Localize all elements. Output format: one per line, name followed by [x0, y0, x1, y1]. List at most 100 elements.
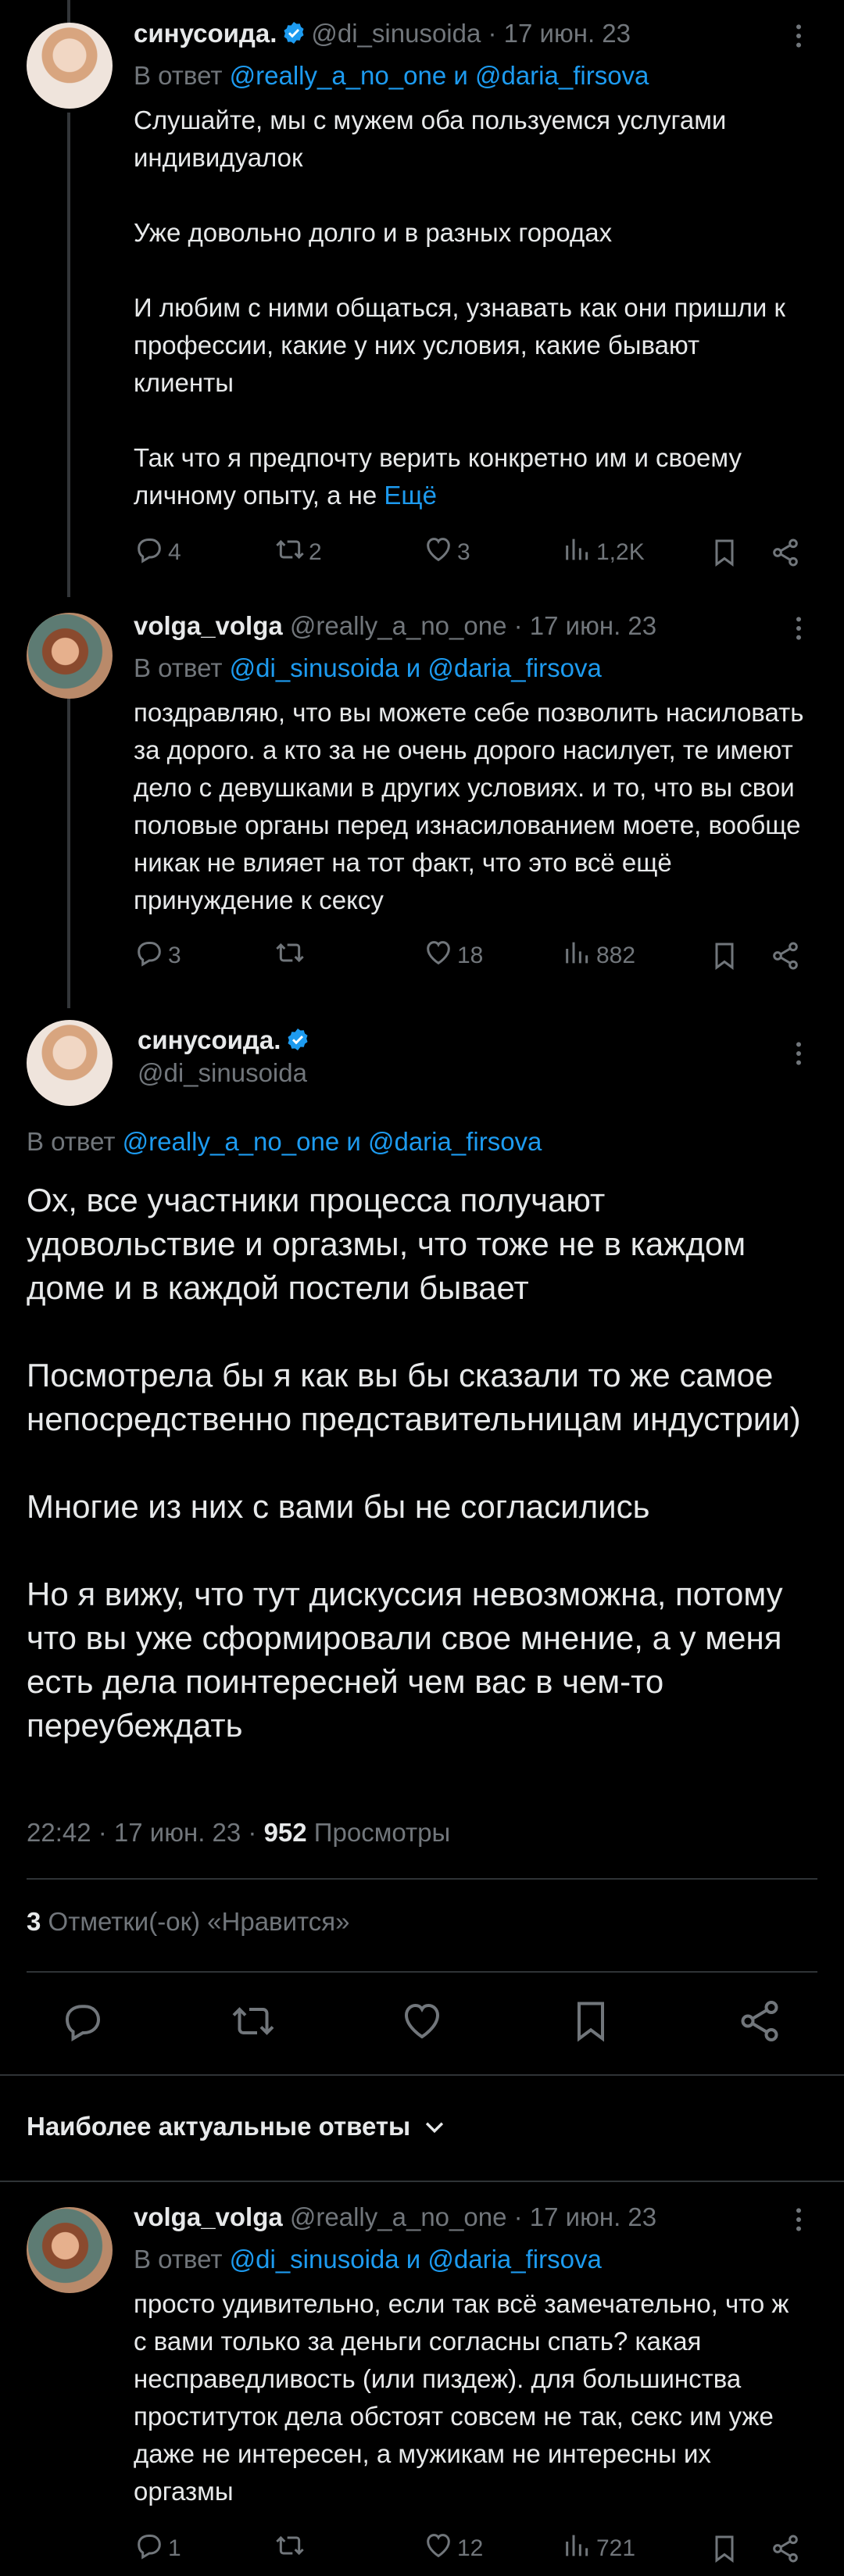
reply-and: и — [406, 653, 421, 682]
mention-link[interactable]: @really_a_no_one — [123, 1127, 340, 1156]
like-button[interactable]: 3 — [423, 533, 470, 572]
more-icon[interactable] — [783, 2204, 814, 2235]
tweet-header: volga_volga @really_a_no_one · 17 июн. 2… — [134, 2202, 656, 2232]
tweet-paragraph: Уже довольно долго и в разных городах — [134, 218, 613, 247]
tweet-text: просто удивительно, если так всё замечат… — [134, 2285, 806, 2510]
reply-count: 4 — [168, 539, 181, 565]
like-icon[interactable] — [399, 1998, 445, 2045]
like-icon — [423, 534, 457, 571]
tweet-paragraph: Посмотрела бы я как вы бы сказали то же … — [27, 1357, 801, 1437]
tweet-paragraph: И любим с ними общаться, узнавать как он… — [134, 293, 785, 397]
retweet-button[interactable]: 2 — [274, 533, 322, 572]
reply-count: 3 — [168, 943, 181, 968]
display-name[interactable]: синусоида. — [138, 1025, 281, 1054]
like-count: 18 — [457, 943, 484, 968]
tweet-paragraph: Так что я предпочту верить конкретно им … — [134, 439, 806, 514]
tweet[interactable]: синусоида. @di_sinusoida · 17 июн. 23 В о… — [0, 0, 844, 594]
more-icon[interactable] — [783, 613, 814, 644]
like-button[interactable]: 12 — [423, 2529, 483, 2568]
display-name[interactable]: volga_volga — [134, 2202, 283, 2231]
mention-link[interactable]: @daria_firsova — [368, 1127, 542, 1156]
handle[interactable]: @di_sinusoida — [311, 19, 481, 48]
likes-summary[interactable]: 3 Отметки(-ок) «Нравится» — [27, 1907, 350, 1937]
views-icon — [562, 2530, 596, 2567]
reply-button[interactable]: 4 — [134, 533, 181, 572]
views-button[interactable]: 882 — [562, 936, 635, 975]
views-icon — [562, 534, 596, 571]
bookmark-icon[interactable] — [709, 936, 743, 975]
author-name-row: синусоида. — [138, 1025, 315, 1058]
handle[interactable]: @really_a_no_one — [290, 611, 507, 640]
timestamp[interactable]: · 17 июн. 23 — [514, 611, 656, 640]
display-name[interactable]: volga_volga — [134, 611, 283, 640]
action-bar: 4 2 3 1,2K — [134, 533, 806, 572]
avatar[interactable] — [27, 1020, 113, 1106]
share-icon[interactable] — [770, 2529, 804, 2568]
mention-link[interactable]: @really_a_no_one — [230, 61, 447, 90]
display-name[interactable]: синусоида. — [134, 19, 277, 48]
share-icon[interactable] — [770, 936, 804, 975]
mention-link[interactable]: @daria_firsova — [427, 2245, 601, 2274]
like-count: 3 — [457, 539, 470, 565]
reply-prefix: В ответ — [134, 61, 223, 90]
mention-link[interactable]: @di_sinusoida — [230, 2245, 399, 2274]
timestamp[interactable]: · 17 июн. 23 — [488, 19, 631, 48]
reply-icon[interactable] — [59, 1998, 106, 2045]
divider — [27, 1971, 817, 1973]
show-more-link[interactable]: Ещё — [384, 481, 437, 510]
views-button[interactable]: 1,2K — [562, 533, 645, 572]
replying-to: В ответ @di_sinusoida и @daria_firsova — [134, 2245, 602, 2274]
likes-count: 3 — [27, 1907, 41, 1936]
reply-prefix: В ответ — [27, 1127, 116, 1156]
tweet-paragraph: Ох, все участники процесса получают удов… — [27, 1182, 746, 1306]
more-icon[interactable] — [783, 1038, 814, 1069]
chevron-down-icon — [421, 2113, 448, 2140]
avatar[interactable] — [27, 2207, 113, 2293]
reply-count: 1 — [168, 2535, 181, 2561]
share-icon[interactable] — [736, 1998, 783, 2045]
retweet-button[interactable] — [274, 936, 309, 975]
more-icon[interactable] — [783, 20, 814, 52]
bookmark-icon[interactable] — [567, 1998, 614, 2045]
timestamp[interactable]: · 17 июн. 23 — [514, 2202, 656, 2231]
action-bar: 3 18 882 — [134, 936, 806, 975]
action-bar: 1 12 721 — [134, 2529, 806, 2568]
tweet-paragraph: Многие из них с вами бы не согласились — [27, 1488, 650, 1525]
avatar[interactable] — [27, 23, 113, 109]
mention-link[interactable]: @daria_firsova — [427, 653, 601, 682]
views-count: 882 — [596, 943, 636, 968]
handle[interactable]: @di_sinusoida — [138, 1058, 307, 1088]
retweet-count: 2 — [309, 539, 322, 565]
timestamp[interactable]: 22:42 · 17 июн. 23 · — [27, 1818, 256, 1847]
reply-icon — [134, 937, 168, 975]
like-button[interactable]: 18 — [423, 936, 483, 975]
reply-prefix: В ответ — [134, 2245, 223, 2274]
views-count: 1,2K — [596, 539, 645, 565]
views-button[interactable]: 721 — [562, 2529, 635, 2568]
reply-button[interactable]: 1 — [134, 2529, 181, 2568]
tweet[interactable]: volga_volga @really_a_no_one · 17 июн. 2… — [0, 594, 844, 1000]
bookmark-icon[interactable] — [709, 533, 743, 572]
retweet-icon[interactable] — [230, 1998, 277, 2045]
bookmark-icon[interactable] — [709, 2529, 743, 2568]
replying-to: В ответ @di_sinusoida и @daria_firsova — [134, 653, 602, 683]
tweet[interactable]: volga_volga @really_a_no_one · 17 июн. 2… — [0, 2182, 844, 2576]
retweet-icon — [274, 534, 309, 571]
tweet-text: Слушайте, мы с мужем оба пользуемся услу… — [134, 102, 806, 514]
reply-button[interactable]: 3 — [134, 936, 181, 975]
replying-to: В ответ @really_a_no_one и @daria_firsov… — [134, 61, 649, 91]
replies-sort-dropdown[interactable]: Наиболее актуальные ответы — [27, 2112, 448, 2141]
mention-link[interactable]: @di_sinusoida — [230, 653, 399, 682]
sort-label: Наиболее актуальные ответы — [27, 2112, 411, 2141]
views-count: 952 — [263, 1818, 307, 1847]
tweet-text: поздравляю, что вы можете себе позволить… — [134, 694, 806, 919]
avatar[interactable] — [27, 613, 113, 699]
tweet-paragraph: поздравляю, что вы можете себе позволить… — [134, 698, 804, 914]
handle[interactable]: @really_a_no_one — [290, 2202, 507, 2231]
like-icon — [423, 937, 457, 975]
reply-and: и — [406, 2245, 421, 2274]
retweet-button[interactable] — [274, 2529, 309, 2568]
share-icon[interactable] — [770, 533, 804, 572]
mention-link[interactable]: @daria_firsova — [475, 61, 649, 90]
divider — [0, 2074, 844, 2076]
